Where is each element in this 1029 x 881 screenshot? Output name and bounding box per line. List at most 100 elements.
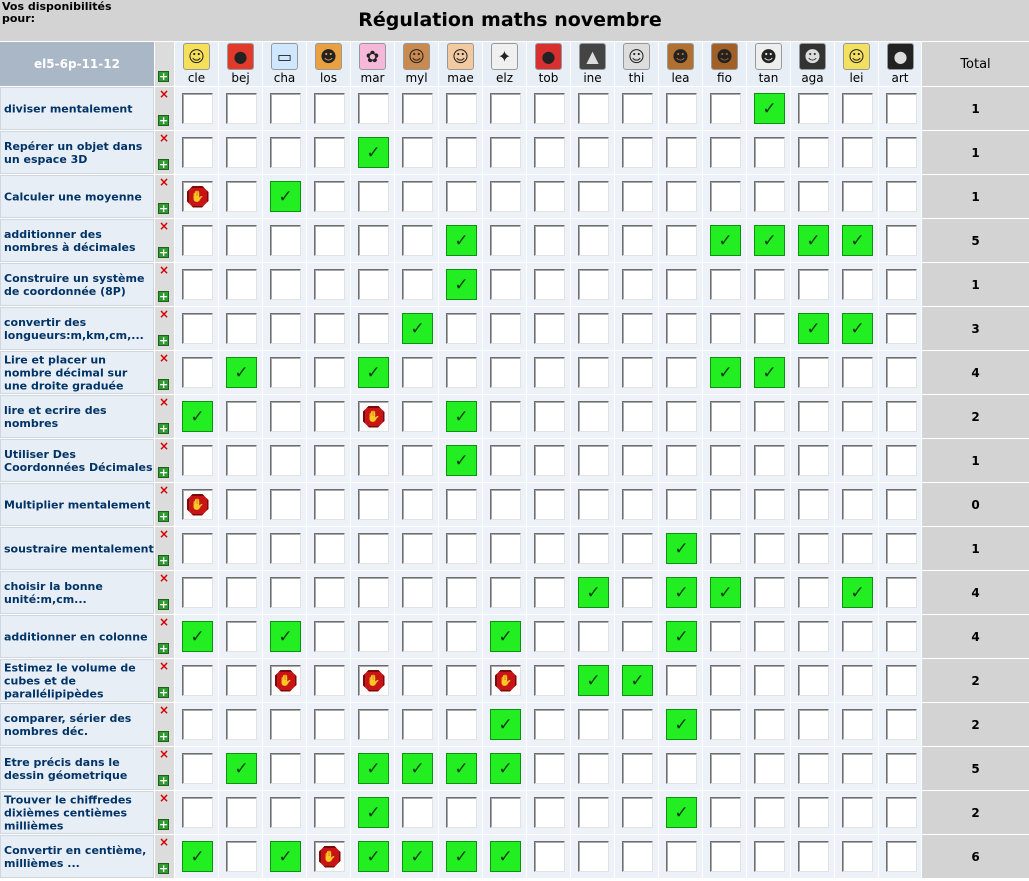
remove-skill-icon[interactable]: × bbox=[159, 616, 169, 628]
empty-checkbox[interactable] bbox=[754, 621, 785, 652]
checked-box[interactable]: ✓ bbox=[666, 709, 697, 740]
stop-box[interactable]: ✋ bbox=[490, 665, 521, 696]
empty-checkbox[interactable] bbox=[886, 665, 917, 696]
empty-checkbox[interactable] bbox=[886, 577, 917, 608]
add-skill-icon[interactable]: + bbox=[158, 863, 169, 874]
checked-box[interactable]: ✓ bbox=[270, 181, 301, 212]
checked-box[interactable]: ✓ bbox=[490, 841, 521, 872]
checked-box[interactable]: ✓ bbox=[798, 313, 829, 344]
empty-checkbox[interactable] bbox=[534, 269, 565, 300]
empty-checkbox[interactable] bbox=[490, 445, 521, 476]
empty-checkbox[interactable] bbox=[534, 665, 565, 696]
empty-checkbox[interactable] bbox=[226, 445, 257, 476]
empty-checkbox[interactable] bbox=[270, 533, 301, 564]
empty-checkbox[interactable] bbox=[578, 841, 609, 872]
empty-checkbox[interactable] bbox=[226, 841, 257, 872]
empty-checkbox[interactable] bbox=[314, 93, 345, 124]
empty-checkbox[interactable] bbox=[886, 445, 917, 476]
empty-checkbox[interactable] bbox=[666, 269, 697, 300]
empty-checkbox[interactable] bbox=[886, 753, 917, 784]
skill-label-cell[interactable]: Trouver le chiffredes dixièmes centièmes… bbox=[0, 791, 154, 834]
checked-box[interactable]: ✓ bbox=[446, 753, 477, 784]
skill-label-cell[interactable]: Estimez le volume de cubes et de parallé… bbox=[0, 659, 154, 702]
empty-checkbox[interactable] bbox=[578, 181, 609, 212]
empty-checkbox[interactable] bbox=[270, 357, 301, 388]
empty-checkbox[interactable] bbox=[314, 665, 345, 696]
skill-label-cell[interactable]: convertir des longueurs:m,km,cm,... bbox=[0, 307, 154, 350]
skill-label-cell[interactable]: comparer, sérier des nombres déc. bbox=[0, 703, 154, 746]
empty-checkbox[interactable] bbox=[842, 753, 873, 784]
empty-checkbox[interactable] bbox=[270, 753, 301, 784]
empty-checkbox[interactable] bbox=[446, 489, 477, 520]
empty-checkbox[interactable] bbox=[182, 533, 213, 564]
add-skill-icon[interactable]: + bbox=[158, 335, 169, 346]
skill-label-cell[interactable]: Lire et placer un nombre décimal sur une… bbox=[0, 351, 154, 394]
empty-checkbox[interactable] bbox=[666, 841, 697, 872]
skill-label-cell[interactable]: Utiliser Des Coordonnées Décimales bbox=[0, 439, 154, 482]
skill-label-cell[interactable]: soustraire mentalement bbox=[0, 527, 154, 570]
empty-checkbox[interactable] bbox=[622, 181, 653, 212]
add-skill-icon[interactable]: + bbox=[158, 643, 169, 654]
empty-checkbox[interactable] bbox=[226, 137, 257, 168]
empty-checkbox[interactable] bbox=[314, 357, 345, 388]
checked-box[interactable]: ✓ bbox=[446, 401, 477, 432]
empty-checkbox[interactable] bbox=[666, 665, 697, 696]
empty-checkbox[interactable] bbox=[710, 93, 741, 124]
empty-checkbox[interactable] bbox=[314, 137, 345, 168]
add-skill-icon[interactable]: + bbox=[158, 555, 169, 566]
empty-checkbox[interactable] bbox=[842, 445, 873, 476]
empty-checkbox[interactable] bbox=[358, 313, 389, 344]
empty-checkbox[interactable] bbox=[182, 797, 213, 828]
empty-checkbox[interactable] bbox=[622, 489, 653, 520]
checked-box[interactable]: ✓ bbox=[754, 93, 785, 124]
empty-checkbox[interactable] bbox=[270, 225, 301, 256]
empty-checkbox[interactable] bbox=[710, 489, 741, 520]
student-header-tan[interactable]: ☻ tan bbox=[747, 42, 790, 86]
student-header-lea[interactable]: ☻ lea bbox=[659, 42, 702, 86]
remove-skill-icon[interactable]: × bbox=[159, 440, 169, 452]
checked-box[interactable]: ✓ bbox=[842, 577, 873, 608]
checked-box[interactable]: ✓ bbox=[710, 357, 741, 388]
empty-checkbox[interactable] bbox=[666, 137, 697, 168]
stop-box[interactable]: ✋ bbox=[358, 665, 389, 696]
empty-checkbox[interactable] bbox=[842, 841, 873, 872]
empty-checkbox[interactable] bbox=[490, 489, 521, 520]
empty-checkbox[interactable] bbox=[402, 181, 433, 212]
student-header-elz[interactable]: ✦ elz bbox=[483, 42, 526, 86]
empty-checkbox[interactable] bbox=[314, 753, 345, 784]
empty-checkbox[interactable] bbox=[842, 709, 873, 740]
empty-checkbox[interactable] bbox=[622, 841, 653, 872]
empty-checkbox[interactable] bbox=[842, 93, 873, 124]
remove-skill-icon[interactable]: × bbox=[159, 132, 169, 144]
empty-checkbox[interactable] bbox=[798, 533, 829, 564]
empty-checkbox[interactable] bbox=[358, 93, 389, 124]
empty-checkbox[interactable] bbox=[490, 401, 521, 432]
checked-box[interactable]: ✓ bbox=[446, 225, 477, 256]
empty-checkbox[interactable] bbox=[666, 181, 697, 212]
empty-checkbox[interactable] bbox=[534, 181, 565, 212]
student-header-ine[interactable]: ▲ ine bbox=[571, 42, 614, 86]
remove-skill-icon[interactable]: × bbox=[159, 220, 169, 232]
empty-checkbox[interactable] bbox=[886, 841, 917, 872]
empty-checkbox[interactable] bbox=[754, 577, 785, 608]
skill-label-cell[interactable]: Etre précis dans le dessin géometrique bbox=[0, 747, 154, 790]
student-header-aga[interactable]: ☻ aga bbox=[791, 42, 834, 86]
empty-checkbox[interactable] bbox=[710, 709, 741, 740]
empty-checkbox[interactable] bbox=[402, 797, 433, 828]
student-header-mae[interactable]: ☺ mae bbox=[439, 42, 482, 86]
checked-box[interactable]: ✓ bbox=[754, 225, 785, 256]
empty-checkbox[interactable] bbox=[226, 533, 257, 564]
add-skill-icon[interactable]: + bbox=[158, 379, 169, 390]
checked-box[interactable]: ✓ bbox=[666, 533, 697, 564]
empty-checkbox[interactable] bbox=[754, 709, 785, 740]
empty-checkbox[interactable] bbox=[886, 313, 917, 344]
empty-checkbox[interactable] bbox=[710, 313, 741, 344]
empty-checkbox[interactable] bbox=[446, 665, 477, 696]
add-skill-icon[interactable]: + bbox=[158, 775, 169, 786]
empty-checkbox[interactable] bbox=[314, 709, 345, 740]
checked-box[interactable]: ✓ bbox=[490, 621, 521, 652]
checked-box[interactable]: ✓ bbox=[358, 357, 389, 388]
empty-checkbox[interactable] bbox=[754, 533, 785, 564]
empty-checkbox[interactable] bbox=[534, 489, 565, 520]
empty-checkbox[interactable] bbox=[578, 401, 609, 432]
